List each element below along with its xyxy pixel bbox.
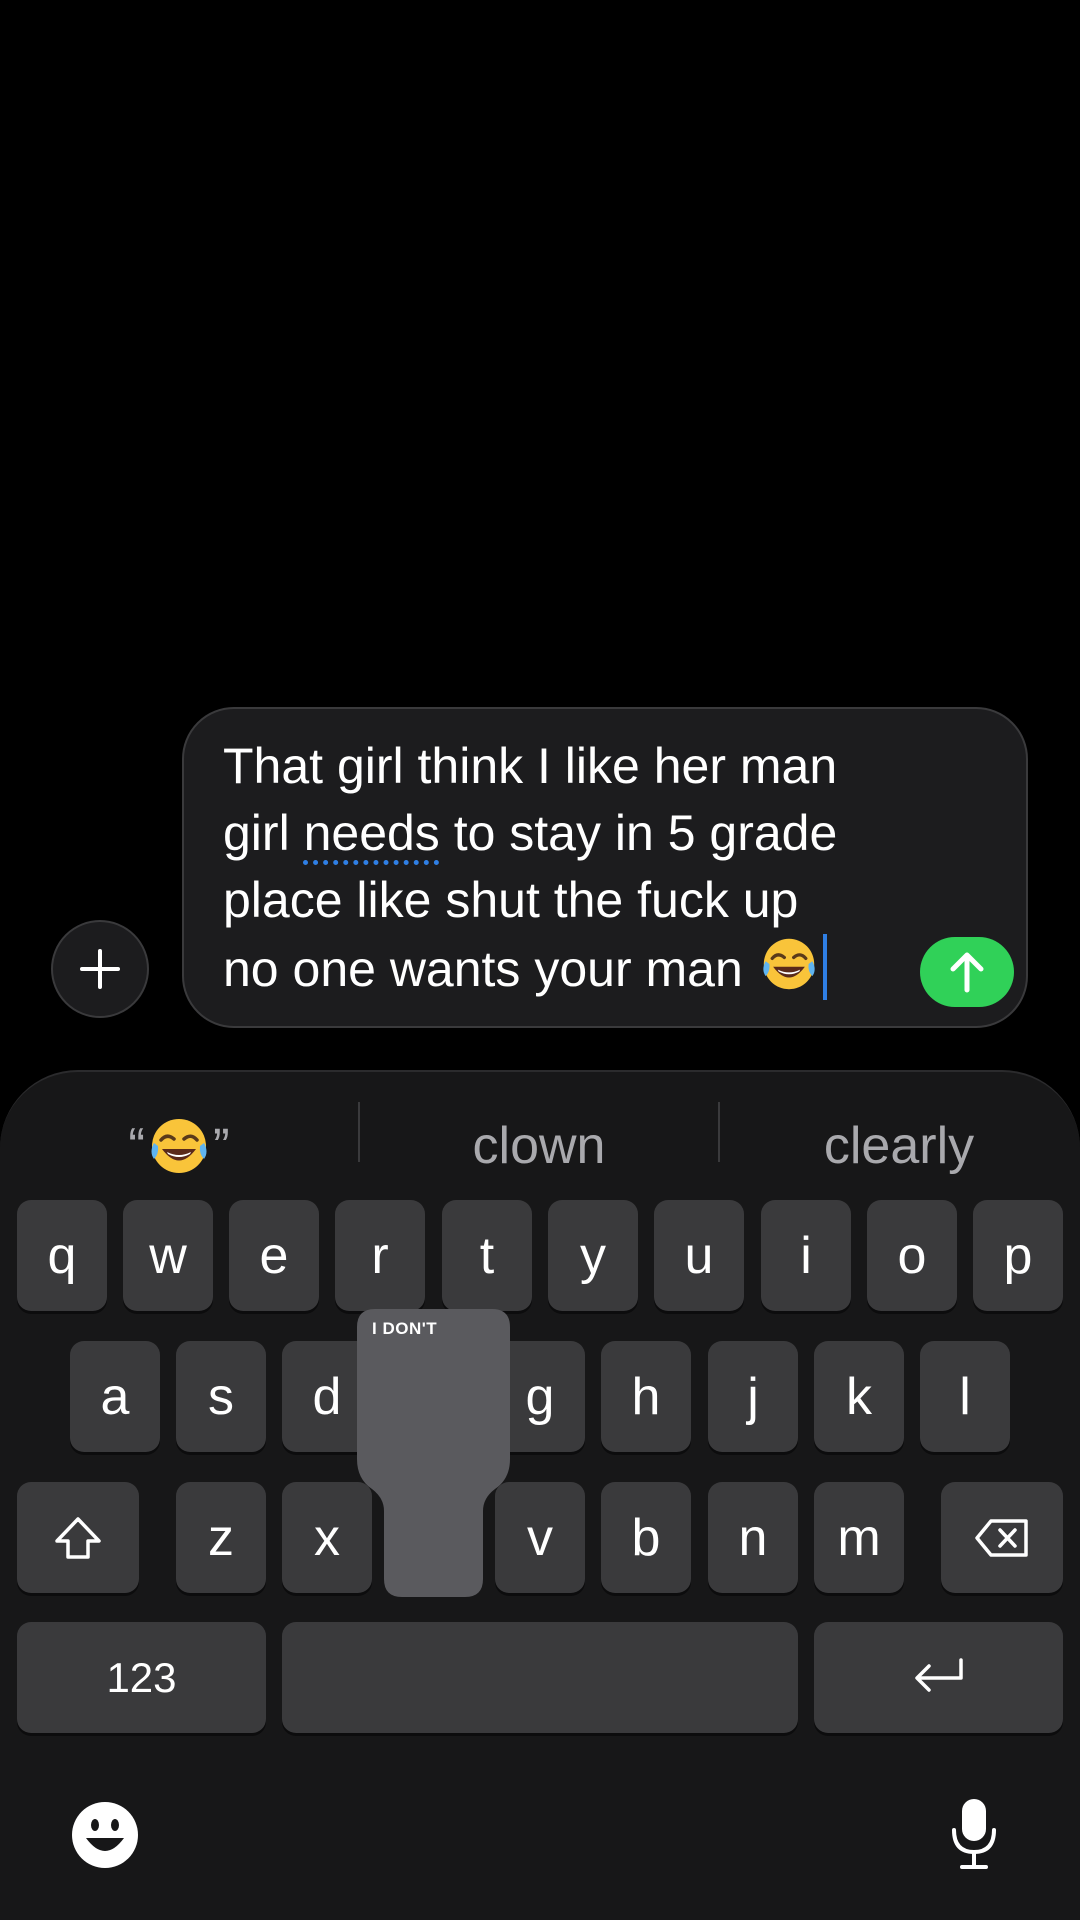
misspelled-word[interactable]: needs <box>304 805 440 861</box>
key-label: o <box>897 1226 927 1285</box>
key-label: p <box>1003 1226 1033 1285</box>
space-key[interactable] <box>282 1622 798 1733</box>
key-i[interactable]: i <box>761 1200 851 1311</box>
message-line-2-start: girl <box>223 805 304 861</box>
key-label: q <box>47 1226 77 1285</box>
return-icon <box>914 1657 963 1692</box>
key-press-popup: I DON'T <box>357 1309 510 1597</box>
delete-key[interactable] <box>941 1482 1063 1593</box>
key-label: s <box>208 1367 234 1426</box>
key-label: r <box>371 1226 389 1285</box>
open-quote: “ <box>128 1118 145 1174</box>
key-label: a <box>100 1367 130 1426</box>
key-s[interactable]: s <box>176 1341 266 1452</box>
key-label: e <box>259 1226 289 1285</box>
shift-key[interactable] <box>17 1482 139 1593</box>
face-with-tears-of-joy-icon <box>763 938 815 990</box>
key-label: d <box>312 1367 342 1426</box>
message-text[interactable]: That girl think I like her man girl need… <box>223 733 923 1003</box>
key-label: z <box>208 1508 234 1567</box>
key-label: j <box>747 1367 759 1426</box>
key-j[interactable]: j <box>708 1341 798 1452</box>
popup-label: I DON'T <box>372 1319 438 1338</box>
message-line-4-text: no one wants your man <box>223 941 743 997</box>
add-attachment-button[interactable] <box>51 920 149 1018</box>
key-n[interactable]: n <box>708 1482 798 1593</box>
key-label: m <box>837 1508 881 1567</box>
key-label: t <box>479 1226 495 1285</box>
numbers-key[interactable]: 123 <box>17 1622 266 1733</box>
key-h[interactable]: h <box>601 1341 691 1452</box>
text-caret <box>822 934 827 1000</box>
key-label: 123 <box>106 1653 177 1701</box>
key-b[interactable]: b <box>601 1482 691 1593</box>
key-label: v <box>527 1508 553 1567</box>
key-label: k <box>846 1367 872 1426</box>
close-quote: ” <box>213 1118 230 1174</box>
key-label: n <box>738 1508 768 1567</box>
key-m[interactable]: m <box>814 1482 904 1593</box>
key-popup-shape <box>357 1309 510 1597</box>
key-k[interactable]: k <box>814 1341 904 1452</box>
message-line-1: That girl think I like her man <box>223 738 838 794</box>
key-label: i <box>800 1226 812 1285</box>
key-label: g <box>525 1367 555 1426</box>
key-e[interactable]: e <box>229 1200 319 1311</box>
predictive-text-bar: “ ” clown clearly <box>0 1072 1080 1202</box>
key-y[interactable]: y <box>548 1200 638 1311</box>
key-label: h <box>631 1367 661 1426</box>
emoji-keyboard-icon[interactable] <box>70 1800 140 1870</box>
key-l[interactable]: l <box>920 1341 1010 1452</box>
key-z[interactable]: z <box>176 1482 266 1593</box>
microphone-icon[interactable] <box>950 1796 998 1872</box>
prediction-3[interactable]: clearly <box>720 1106 1078 1186</box>
plus-icon <box>80 949 120 989</box>
shift-icon <box>55 1516 101 1559</box>
prediction-emoji[interactable]: “ ” <box>0 1106 358 1186</box>
key-label: x <box>314 1508 340 1567</box>
key-t[interactable]: t <box>442 1200 532 1311</box>
key-label: w <box>149 1226 187 1285</box>
key-a[interactable]: a <box>70 1341 160 1452</box>
message-line-3: place like shut the fuck up <box>223 872 799 928</box>
message-line-4: no one wants your man <box>223 934 923 1003</box>
key-label: u <box>684 1226 714 1285</box>
message-input-field[interactable]: That girl think I like her man girl need… <box>182 707 1028 1028</box>
key-w[interactable]: w <box>123 1200 213 1311</box>
arrow-up-icon <box>950 952 984 993</box>
message-line-2-end: to stay in 5 grade <box>439 805 838 861</box>
key-q[interactable]: q <box>17 1200 107 1311</box>
prediction-2[interactable]: clown <box>360 1106 718 1186</box>
backspace-icon <box>975 1518 1028 1557</box>
key-r[interactable]: r <box>335 1200 425 1311</box>
send-button[interactable] <box>920 937 1014 1007</box>
face-with-tears-of-joy-icon <box>151 1119 207 1173</box>
key-u[interactable]: u <box>654 1200 744 1311</box>
key-o[interactable]: o <box>867 1200 957 1311</box>
key-label: b <box>631 1508 661 1567</box>
key-label: l <box>959 1367 971 1426</box>
key-p[interactable]: p <box>973 1200 1063 1311</box>
message-line-2: girl needs to stay in 5 grade <box>223 800 923 867</box>
return-key[interactable] <box>814 1622 1063 1733</box>
key-label: y <box>580 1226 606 1285</box>
